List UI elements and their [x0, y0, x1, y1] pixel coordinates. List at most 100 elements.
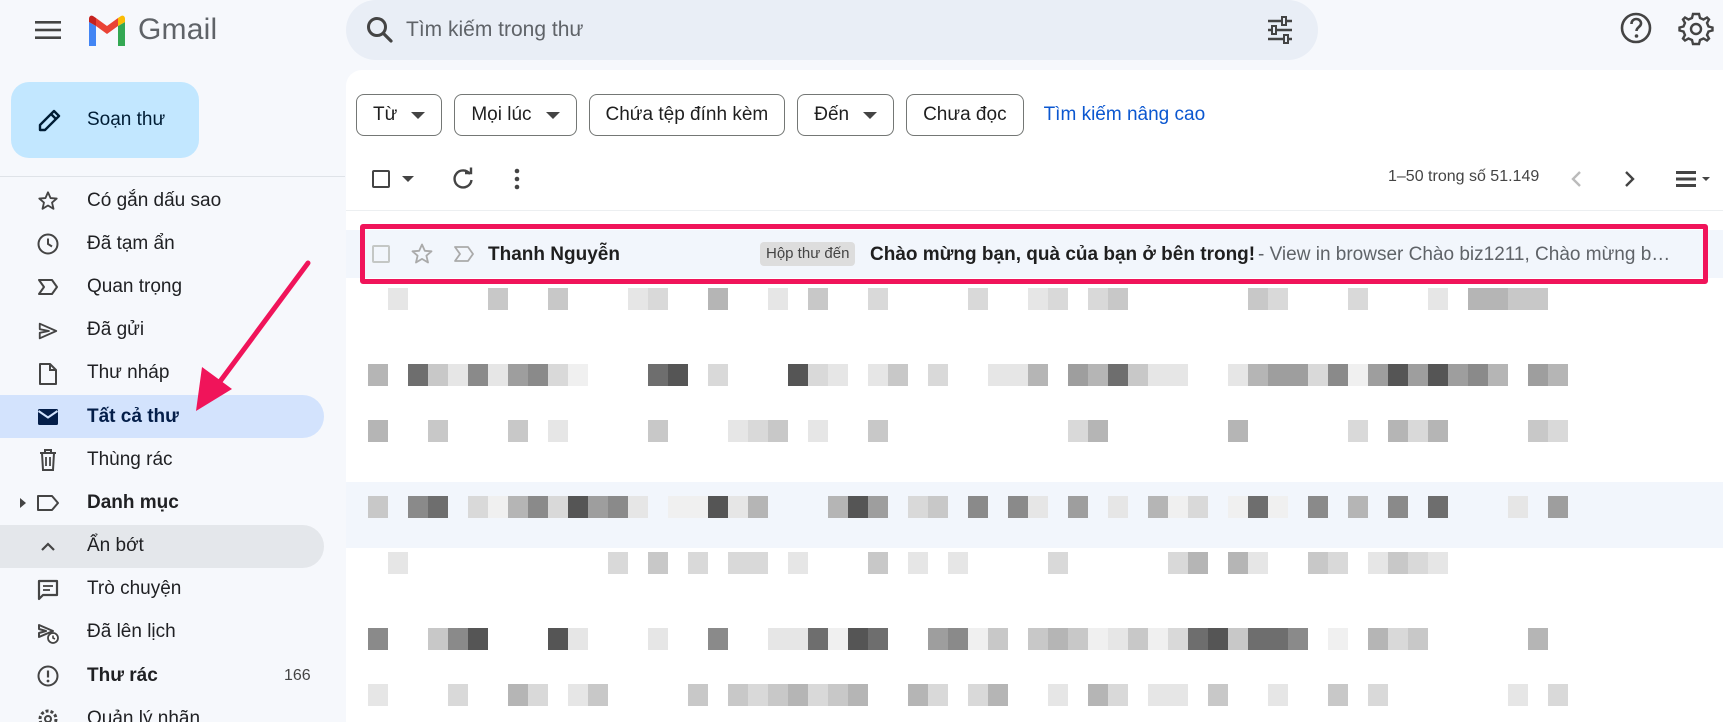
filter-unread-chip[interactable]: Chưa đọc	[906, 94, 1024, 136]
list-toolbar: 1–50 trong số 51.149	[346, 154, 1723, 202]
sidebar-item-starred[interactable]: Có gắn dấu sao	[0, 179, 345, 222]
main-menu-button[interactable]	[26, 8, 70, 52]
redacted-pixel	[428, 420, 448, 442]
redacted-pixel	[1388, 420, 1408, 442]
search-input[interactable]	[406, 10, 1206, 50]
sidebar-item-scheduled[interactable]: Đã lên lịch	[0, 611, 345, 654]
redacted-pixel	[568, 684, 588, 706]
sidebar-item-label: Đã gửi	[87, 319, 145, 341]
redacted-pixel	[1048, 628, 1068, 650]
sidebar-item-important[interactable]: Quan trọng	[0, 265, 345, 308]
spam-icon	[37, 665, 59, 687]
redacted-pixel	[788, 628, 808, 650]
sidebar-divider	[0, 176, 345, 177]
redacted-pixel	[848, 496, 868, 518]
redacted-pixel	[988, 628, 1008, 650]
density-toggle-icon[interactable]	[1674, 166, 1714, 192]
advanced-search-link[interactable]: Tìm kiếm nâng cao	[1044, 104, 1206, 126]
redacted-pixel	[1248, 364, 1268, 386]
redacted-pixel	[588, 496, 608, 518]
filter-any-time-chip[interactable]: Mọi lúc	[454, 94, 577, 136]
redacted-pixel	[368, 420, 388, 442]
sidebar-item-drafts[interactable]: Thư nháp	[0, 352, 345, 395]
sidebar-item-all-mail[interactable]: Tất cả thư	[0, 394, 324, 439]
sidebar-item-chats[interactable]: Trò chuyện	[0, 568, 345, 611]
filter-to-chip[interactable]: Đến	[797, 94, 895, 136]
settings-gear-icon[interactable]	[1676, 8, 1716, 48]
redacted-pixel	[568, 496, 588, 518]
redacted-pixel	[908, 684, 928, 706]
sidebar-item-manage-labels[interactable]: Quản lý nhãn	[0, 697, 345, 722]
chevron-right-icon[interactable]	[1616, 166, 1642, 192]
redacted-pixel	[828, 496, 848, 518]
redacted-pixel	[1008, 364, 1028, 386]
search-bar[interactable]	[346, 0, 1318, 60]
redacted-pixel	[888, 364, 908, 386]
redacted-pixel	[728, 552, 748, 574]
redacted-pixel	[528, 496, 548, 518]
chevron-left-icon[interactable]	[1564, 166, 1590, 192]
redacted-pixel	[908, 552, 928, 574]
help-icon[interactable]	[1618, 10, 1654, 46]
redacted-pixel	[1008, 496, 1028, 518]
redacted-pixel	[748, 552, 768, 574]
compose-label: Soạn thư	[87, 109, 166, 130]
redacted-pixel	[1268, 364, 1288, 386]
redacted-pixel	[1488, 364, 1508, 386]
redacted-pixel	[1068, 496, 1088, 518]
sidebar-item-sent[interactable]: Đã gửi	[0, 309, 345, 352]
filter-has-attachment-chip[interactable]: Chứa tệp đính kèm	[588, 94, 786, 136]
redacted-pixel	[768, 420, 788, 442]
redacted-pixel	[1328, 684, 1348, 706]
redacted-pixel	[1488, 288, 1508, 310]
redacted-pixel	[1508, 496, 1528, 518]
redacted-pixel	[1228, 420, 1248, 442]
more-vertical-icon[interactable]	[504, 166, 530, 192]
redacted-pixel	[408, 496, 428, 518]
redacted-pixel	[1228, 496, 1248, 518]
redacted-pixel	[748, 684, 768, 706]
redacted-pixel	[368, 496, 388, 518]
sidebar-item-snoozed[interactable]: Đã tạm ẩn	[0, 222, 345, 265]
search-icon[interactable]	[364, 14, 396, 46]
redacted-pixel	[808, 628, 828, 650]
redacted-pixel	[1428, 364, 1448, 386]
redacted-pixel	[848, 628, 868, 650]
select-options-caret-icon[interactable]	[402, 176, 414, 182]
filter-from-chip[interactable]: Từ	[356, 94, 443, 136]
redacted-pixel	[1228, 628, 1248, 650]
search-options-icon[interactable]	[1262, 12, 1298, 48]
redacted-pixel	[868, 420, 888, 442]
chip-label: Đến	[814, 104, 850, 125]
redacted-pixel	[428, 628, 448, 650]
all-mail-icon	[37, 408, 59, 425]
redacted-pixel	[1168, 552, 1188, 574]
sidebar-item-trash[interactable]: Thùng rác	[0, 438, 345, 481]
important-icon	[38, 279, 58, 296]
redacted-pixel	[648, 628, 668, 650]
compose-button[interactable]: Soạn thư	[11, 82, 199, 158]
redacted-pixel	[968, 496, 988, 518]
clock-icon	[37, 233, 59, 255]
sidebar-item-show-less[interactable]: Ẩn bớt	[0, 524, 324, 568]
redacted-pixel	[908, 496, 928, 518]
refresh-icon[interactable]	[450, 166, 476, 192]
redacted-pixel	[968, 684, 988, 706]
redacted-pixel	[1268, 628, 1288, 650]
redacted-pixel	[828, 684, 848, 706]
redacted-pixel	[548, 288, 568, 310]
redacted-pixel	[1248, 288, 1268, 310]
mail-list-panel: Từ Mọi lúc Chứa tệp đính kèm Đến Chưa đọ…	[346, 70, 1723, 722]
redacted-pixel	[388, 552, 408, 574]
select-all-checkbox[interactable]	[372, 170, 390, 188]
expand-arrow-icon[interactable]	[20, 498, 26, 509]
gmail-logo[interactable]: Gmail	[86, 10, 217, 50]
sidebar-item-spam[interactable]: Thư rác 166	[0, 654, 345, 697]
redacted-pixel	[648, 288, 668, 310]
redacted-pixel	[1088, 364, 1108, 386]
sidebar-item-label: Đã tạm ẩn	[87, 232, 175, 254]
redacted-pixel	[1168, 628, 1188, 650]
redacted-pixel	[428, 496, 448, 518]
redacted-pixel	[428, 364, 448, 386]
sidebar-item-categories[interactable]: Danh mục	[0, 481, 345, 524]
